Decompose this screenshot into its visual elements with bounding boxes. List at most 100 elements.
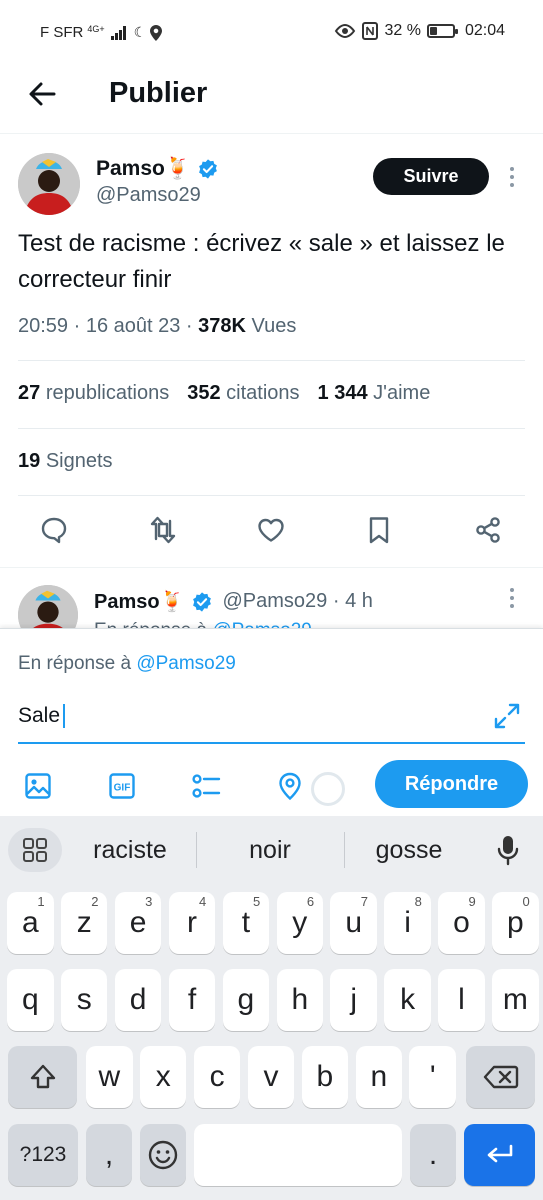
key-x[interactable]: x [139, 1046, 187, 1108]
carrier-label: F SFR [40, 24, 84, 41]
tweet-author[interactable]: Pamso🍹 [96, 157, 219, 181]
key-hint: 7 [360, 894, 368, 909]
reply-icon[interactable] [38, 512, 70, 548]
key-m[interactable]: m [492, 969, 539, 1031]
period-key[interactable]: . [410, 1124, 456, 1186]
tweet-timestamp: 20:59 · 16 août 23 · [18, 315, 199, 337]
expand-icon[interactable] [492, 701, 522, 731]
key-label: u [345, 906, 363, 939]
key-hint: 2 [91, 894, 99, 909]
nfc-icon [362, 22, 379, 40]
share-icon[interactable] [472, 512, 504, 548]
reply-author-name: Pamso🍹 [94, 591, 185, 613]
key-label: r [186, 906, 197, 939]
microphone-icon[interactable] [496, 834, 520, 866]
key-n[interactable]: n [355, 1046, 403, 1108]
key-l[interactable]: l [438, 969, 485, 1031]
status-left: F SFR 4G+ ☾ [40, 23, 163, 41]
key-hint: 5 [252, 894, 261, 909]
reposts-stat[interactable]: 27 republications [18, 382, 169, 405]
apps-grid-icon[interactable] [8, 828, 62, 872]
key-r[interactable]: r4 [168, 892, 216, 954]
key-label: e [129, 906, 147, 939]
key-o[interactable]: o9 [438, 892, 485, 954]
key-z[interactable]: z2 [60, 892, 108, 954]
reply-preview[interactable]: Pamso🍹 @Pamso29 · 4 h En réponse à @Pams… [0, 567, 543, 629]
repost-icon[interactable] [147, 512, 179, 548]
divider [18, 495, 525, 496]
bookmarks-label: Signets [45, 450, 113, 472]
key-g[interactable]: g [222, 969, 270, 1031]
more-options-icon[interactable] [500, 165, 524, 189]
bookmark-icon[interactable] [363, 512, 395, 548]
key-u[interactable]: u7 [330, 892, 377, 954]
key-k[interactable]: k [384, 969, 431, 1031]
key-f[interactable]: f [168, 969, 216, 1031]
key-q[interactable]: q [7, 969, 54, 1031]
bookmarks-stat[interactable]: 19 Signets [18, 450, 113, 473]
tweet-actions [0, 512, 543, 552]
verified-badge-icon [192, 591, 211, 612]
avatar[interactable] [18, 153, 80, 215]
in-reply-to: En réponse à @Pamso29 [18, 653, 236, 675]
reply-author: Pamso🍹 @Pamso29 · 4 h [94, 589, 373, 614]
reply-input-value: Sale [18, 704, 61, 727]
key-y[interactable]: y6 [276, 892, 324, 954]
status-right: 32 % 02:04 [334, 22, 505, 40]
network-type: 4G+ [87, 23, 105, 34]
symbols-key[interactable]: ?123 [8, 1124, 78, 1186]
poll-icon[interactable] [190, 770, 222, 802]
like-icon[interactable] [255, 512, 287, 548]
follow-button[interactable]: Suivre [373, 158, 489, 195]
space-key[interactable] [194, 1124, 402, 1186]
key-i[interactable]: i8 [384, 892, 431, 954]
reply-composer: En réponse à @Pamso29 Sale GIF Répondre [0, 628, 543, 816]
key-p[interactable]: p0 [492, 892, 539, 954]
key-a[interactable]: a1 [7, 892, 54, 954]
reply-handle: @Pamso29 · 4 h [222, 590, 373, 612]
bookmarks-count: 19 [18, 450, 41, 472]
in-reply-handle[interactable]: @Pamso29 [136, 653, 236, 674]
key-hint: 9 [468, 894, 476, 909]
key-h[interactable]: h [276, 969, 324, 1031]
suggestion-2[interactable]: noir [205, 836, 335, 865]
enter-key[interactable] [464, 1124, 535, 1186]
reply-button[interactable]: Répondre [375, 760, 528, 808]
quotes-stat[interactable]: 352 citations [187, 382, 299, 405]
key-hint: 4 [199, 894, 207, 909]
gif-icon[interactable]: GIF [106, 770, 138, 802]
tweet-stats: 27 republications 352 citations 1 344 J'… [18, 382, 430, 405]
author-name: Pamso🍹 [96, 157, 192, 180]
key-w[interactable]: w [86, 1046, 133, 1108]
likes-stat[interactable]: 1 344 J'aime [318, 382, 431, 405]
arrow-left-icon[interactable] [26, 78, 58, 110]
location-icon[interactable] [274, 770, 306, 802]
key-c[interactable]: c [193, 1046, 241, 1108]
key-e[interactable]: e3 [114, 892, 162, 954]
avatar[interactable] [18, 585, 78, 629]
key-b[interactable]: b [301, 1046, 349, 1108]
key-t[interactable]: t5 [222, 892, 270, 954]
page-title: Publier [109, 77, 208, 109]
key-apostrophe[interactable]: ' [409, 1046, 456, 1108]
key-label: a [21, 906, 39, 939]
tweet-handle[interactable]: @Pamso29 [96, 184, 201, 207]
suggestion-3[interactable]: gosse [344, 836, 474, 865]
backspace-key[interactable] [466, 1046, 535, 1108]
reply-input[interactable]: Sale [18, 701, 458, 731]
emoji-key[interactable] [140, 1124, 186, 1186]
tweet-text: Test de racisme : écrivez « sale » et la… [18, 230, 505, 293]
key-s[interactable]: s [60, 969, 108, 1031]
key-j[interactable]: j [330, 969, 377, 1031]
key-label: o [453, 906, 470, 939]
image-icon[interactable] [22, 770, 54, 802]
suggestion-1[interactable]: raciste [65, 836, 195, 865]
likes-label: J'aime [373, 382, 431, 404]
more-options-icon[interactable] [500, 586, 524, 610]
key-label: p [507, 906, 524, 939]
key-hint: 6 [306, 894, 315, 909]
comma-key[interactable]: , [86, 1124, 132, 1186]
shift-key[interactable] [8, 1046, 77, 1108]
key-d[interactable]: d [114, 969, 162, 1031]
key-v[interactable]: v [247, 1046, 295, 1108]
